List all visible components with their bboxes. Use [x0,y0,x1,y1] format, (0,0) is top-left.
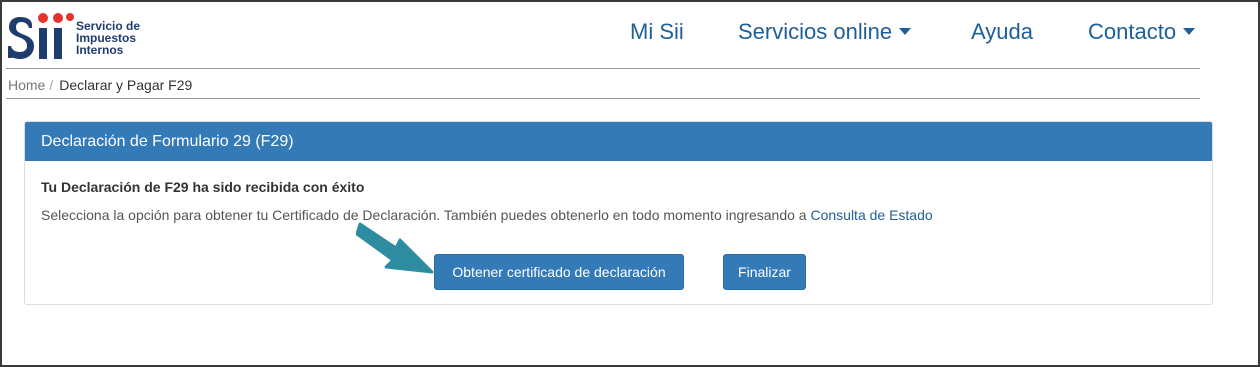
nav-mi-sii[interactable]: Mi Sii [630,19,684,45]
success-message-text: Selecciona la opción para obtener tu Cer… [41,207,933,223]
nav-ayuda-label: Ayuda [971,19,1033,44]
breadcrumb: Home / Declarar y Pagar F29 [8,77,192,93]
sii-logo-mark-icon [8,13,74,59]
site-header: Servicio de Impuestos Internos Mi Sii Se… [2,2,1258,68]
nav-contacto[interactable]: Contacto [1088,19,1196,45]
header-divider [6,68,1200,69]
breadcrumb-current: Declarar y Pagar F29 [59,77,193,93]
get-certificate-button[interactable]: Obtener certificado de declaración [434,254,684,290]
nav-servicios-online-label: Servicios online [738,19,893,44]
logo-text: Servicio de Impuestos Internos [76,20,140,56]
breadcrumb-home[interactable]: Home [8,77,45,93]
finish-button[interactable]: Finalizar [723,254,806,290]
nav-ayuda[interactable]: Ayuda [971,19,1033,45]
success-message-title: Tu Declaración de F29 ha sido recibida c… [41,179,365,195]
logo-line-3: Internos [76,43,124,57]
nav-mi-sii-label: Mi Sii [630,19,684,44]
nav-servicios-online[interactable]: Servicios online [738,19,912,45]
f29-declaration-panel: Declaración de Formulario 29 (F29) Tu De… [24,121,1213,305]
screenshot-frame: Servicio de Impuestos Internos Mi Sii Se… [0,0,1260,367]
pointer-arrow-icon [356,222,434,274]
sii-logo[interactable]: Servicio de Impuestos Internos [8,7,158,63]
nav-contacto-label: Contacto [1088,19,1177,44]
panel-header: Declaración de Formulario 29 (F29) [25,122,1212,161]
breadcrumb-divider [6,98,1200,99]
panel-title: Declaración de Formulario 29 (F29) [41,133,294,150]
caret-down-icon [899,27,912,35]
breadcrumb-separator: / [49,77,54,93]
caret-down-icon [1183,27,1196,35]
consulta-estado-link[interactable]: Consulta de Estado [810,207,932,223]
